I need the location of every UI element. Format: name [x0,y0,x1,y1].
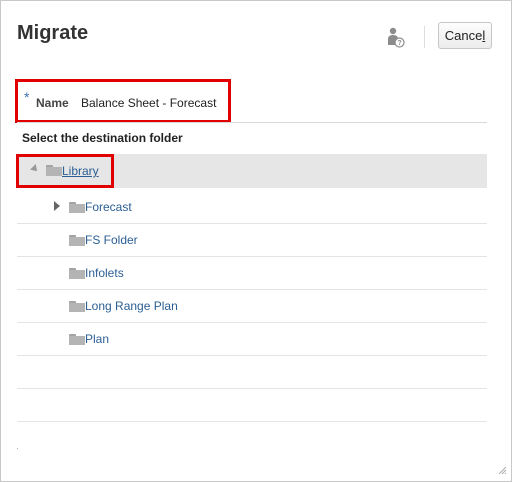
row-divider [17,388,487,389]
folder-icon [69,268,85,279]
folder-icon [69,202,85,213]
row-divider [17,355,487,356]
name-field[interactable]: Balance Sheet - Forecast [81,96,216,110]
library-highlight-box [16,154,114,188]
folder-section-heading: Select the destination folder [22,131,183,145]
folder-icon [69,301,85,312]
required-marker: * [24,89,30,105]
migrate-dialog: Migrate ? Cancel * Name Balance Sheet - … [0,0,512,482]
tree-item-forecast[interactable]: Forecast [85,200,132,214]
folder-icon [69,334,85,345]
tree-item-long-range-plan[interactable]: Long Range Plan [85,299,178,313]
cancel-button[interactable]: Cancel [438,22,492,49]
row-divider [17,421,487,422]
dialog-title: Migrate [17,22,89,44]
svg-text:?: ? [397,40,401,47]
expand-triangle-icon[interactable] [54,201,60,211]
cancel-label: Cance [444,28,483,43]
user-help-icon[interactable]: ? [387,27,405,49]
toolbar-separator [424,26,425,48]
tree-item-fs-folder[interactable]: FS Folder [85,233,138,247]
row-divider [17,223,487,224]
tree-item-infolets[interactable]: Infolets [85,266,124,280]
divider [17,122,487,123]
tree-item-plan[interactable]: Plan [85,332,109,346]
row-divider [17,289,487,290]
name-label: Name [36,96,69,110]
row-divider [17,256,487,257]
folder-icon [69,235,85,246]
cancel-mnemonic: l [482,28,486,43]
resize-grip-icon[interactable] [497,465,507,475]
footer-mark [17,448,18,449]
row-divider [17,322,487,323]
